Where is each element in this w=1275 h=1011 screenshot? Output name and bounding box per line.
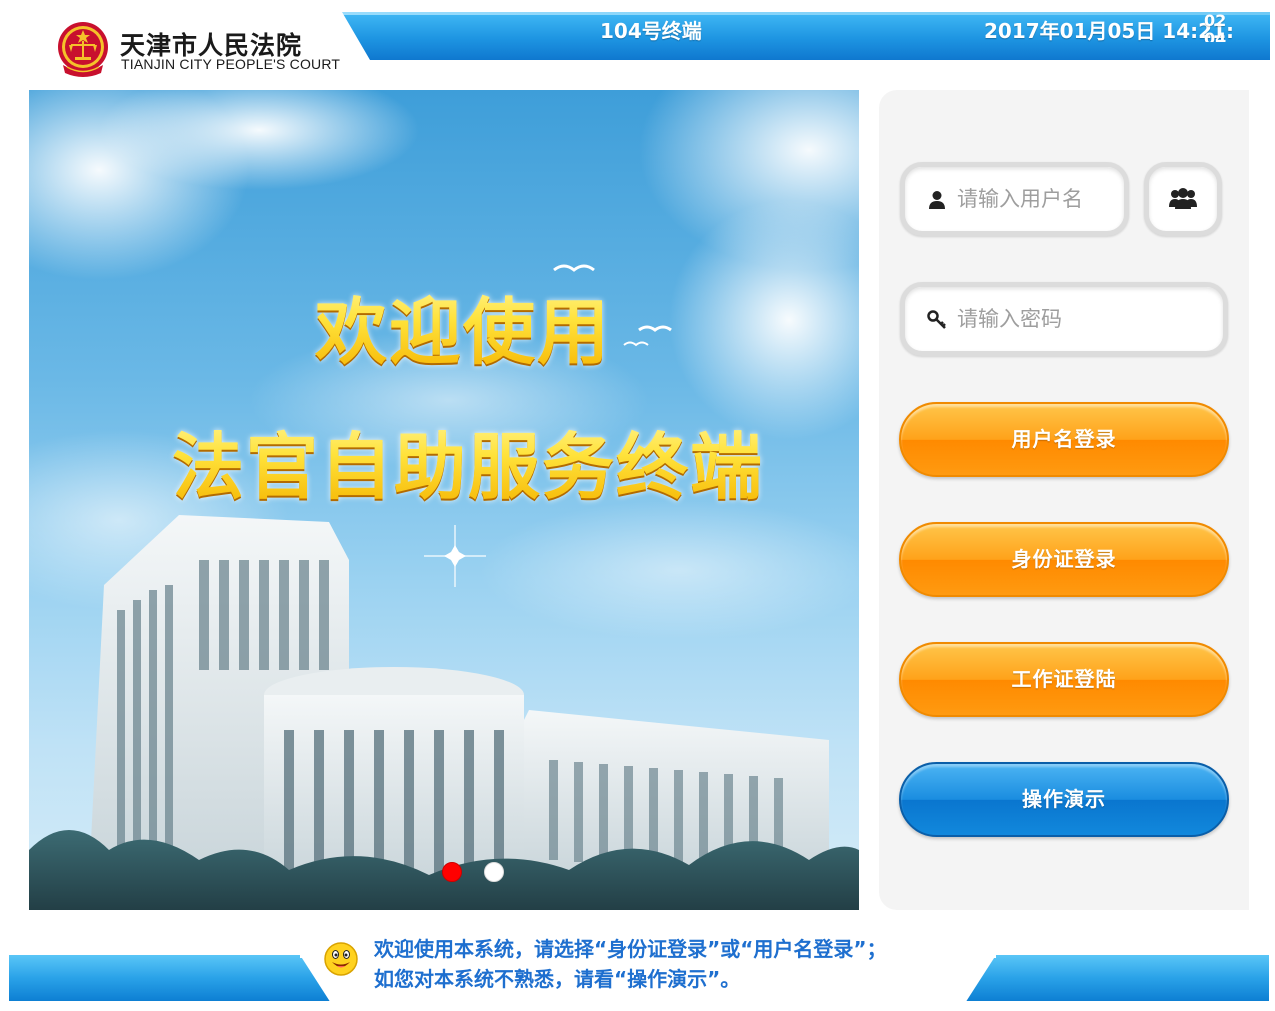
logo-plate: 天津市人民法院 TIANJIN CITY PEOPLE'S COURT [0,0,370,90]
footer: 欢迎使用本系统，请选择“身份证登录”或“用户名登录”； 如您对本系统不熟悉，请看… [0,918,1275,1011]
demo-button[interactable]: 操作演示 [899,762,1229,837]
user-icon [929,191,945,209]
terminal-label: 104号终端 [600,19,702,43]
seconds-next: 04 [1204,29,1227,43]
workcard-login-button[interactable]: 工作证登陆 [899,642,1229,717]
password-field[interactable] [900,282,1228,356]
tip-line-1: 欢迎使用本系统，请选择“身份证登录”或“用户名登录”； [374,937,887,961]
login-panel: 用户名登录 身份证登录 工作证登陆 操作演示 [879,90,1249,910]
idcard-login-button[interactable]: 身份证登录 [899,522,1229,597]
court-name-en: TIANJIN CITY PEOPLE'S COURT [121,56,341,72]
banner-carousel[interactable]: 欢迎使用 法官自助服务终端 [29,90,859,910]
users-group-icon [1169,188,1197,209]
court-emblem-icon [58,22,108,77]
datetime: 2017年01月05日 14:21: [984,19,1234,43]
welcome-title-line1: 欢迎使用 [315,273,611,378]
carousel-dot-1[interactable] [442,862,462,882]
user-select-button[interactable] [1144,162,1222,236]
seconds-roller: 02 04 [1204,12,1234,42]
seconds-current: 02 [1204,12,1227,30]
key-icon [927,310,946,329]
smiley-icon [324,942,358,976]
carousel-dot-2[interactable] [484,862,504,882]
tip-line-2: 如您对本系统不熟悉，请看“操作演示”。 [374,967,741,991]
username-login-button[interactable]: 用户名登录 [899,402,1229,477]
username-input[interactable] [957,167,1117,231]
password-input[interactable] [957,287,1207,351]
username-field[interactable] [900,162,1129,236]
header: 天津市人民法院 TIANJIN CITY PEOPLE'S COURT 104号… [0,0,1275,90]
welcome-title-line2: 法官自助服务终端 [172,408,764,513]
